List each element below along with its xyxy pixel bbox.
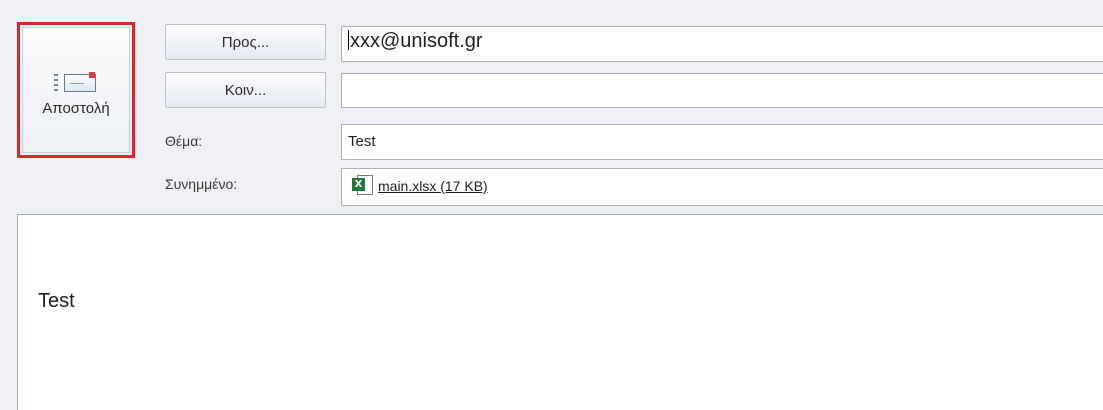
text-caret xyxy=(348,30,349,50)
send-label: Αποστολή xyxy=(42,99,110,117)
stamp xyxy=(89,71,95,78)
compose-window: Αποστολή Προς... Κοιν... Θέμα: Συνημμένο… xyxy=(0,0,1103,410)
excel-badge: X xyxy=(352,178,365,191)
to-value: xxx@unisoft.gr xyxy=(350,30,483,52)
send-envelope-icon xyxy=(54,71,98,94)
subject-label: Θέμα: xyxy=(165,133,203,149)
excel-file-icon: X xyxy=(352,175,374,197)
motion-lines xyxy=(54,73,58,92)
attachment-item[interactable]: X main.xlsx (17 KB) xyxy=(352,175,488,197)
attachment-field[interactable]: X main.xlsx (17 KB) xyxy=(341,168,1103,206)
subject-field[interactable]: Test xyxy=(341,124,1103,160)
message-body[interactable]: Test xyxy=(17,214,1103,410)
attachment-label: Συνημμένο: xyxy=(165,176,238,192)
cc-button[interactable]: Κοιν... xyxy=(165,72,326,108)
cc-field[interactable] xyxy=(341,73,1103,108)
to-button[interactable]: Προς... xyxy=(165,24,326,60)
to-field[interactable]: xxx@unisoft.gr xyxy=(341,26,1103,62)
send-button[interactable]: Αποστολή xyxy=(17,22,135,158)
attachment-name: main.xlsx (17 KB) xyxy=(378,178,488,194)
message-body-text: Test xyxy=(38,290,75,312)
